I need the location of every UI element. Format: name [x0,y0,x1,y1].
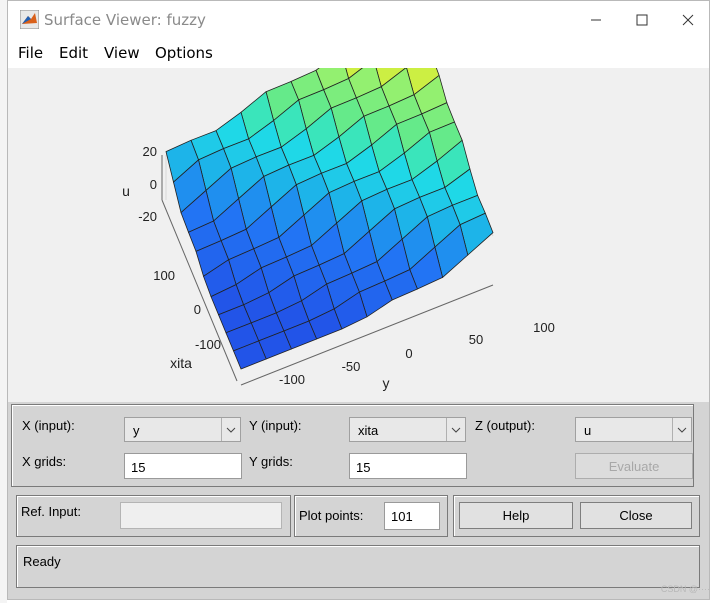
close-window-button[interactable] [665,1,709,39]
x-tick-label: 50 [469,332,483,347]
y-grids-input[interactable]: 15 [349,453,467,479]
evaluate-button[interactable]: Evaluate [575,453,693,479]
y-tick-label: -100 [195,337,221,352]
y-input-select[interactable]: xita [349,417,466,442]
z-tick-label: -20 [138,209,157,224]
chevron-down-icon [446,418,465,441]
y-input-value: xita [358,423,379,438]
matlab-icon [20,10,39,29]
x-tick-label: -100 [279,372,305,387]
chevron-down-icon [672,418,691,441]
x-grids-label: X grids: [22,454,67,469]
menu-file[interactable]: File [18,44,43,62]
close-button[interactable]: Close [580,502,692,529]
x-grids-input[interactable]: 15 [124,453,242,479]
z-tick-label: 0 [150,177,157,192]
status-text: Ready [23,554,61,569]
x-input-select[interactable]: y [124,417,241,442]
y-grids-label: Y grids: [249,454,293,469]
control-panel: X (input): y Y (input): xita Z (output):… [8,402,709,599]
z-tick-label: 20 [143,144,157,159]
maximize-button[interactable] [619,1,665,39]
maximize-icon [636,14,648,26]
watermark-text: CSDN @···· [660,584,710,594]
minimize-icon [591,19,601,21]
surface-viewer-window: Surface Viewer: fuzzy File Edit View Opt… [7,0,710,600]
background-strip [0,0,7,603]
menu-view[interactable]: View [104,44,140,62]
menu-edit[interactable]: Edit [59,44,88,62]
ref-input-label: Ref. Input: [21,504,81,519]
surface-plot[interactable]: 20 0 -20 -100 -50 0 50 100 100 0 -100 u y xita [8,68,710,402]
help-button[interactable]: Help [459,502,573,529]
y-tick-label: 0 [194,302,201,317]
z-axis-label: u [122,183,130,199]
minimize-button[interactable] [573,1,619,39]
y-input-label: Y (input): [249,418,302,433]
title-bar: Surface Viewer: fuzzy [8,1,709,39]
x-axis-label: y [383,375,390,391]
close-icon [682,14,694,26]
z-output-value: u [584,423,592,438]
z-output-label: Z (output): [475,418,535,433]
y-axis-label: xita [170,355,192,371]
menu-options[interactable]: Options [155,44,213,62]
z-output-select[interactable]: u [575,417,692,442]
ref-input-field[interactable] [120,502,282,529]
x-input-label: X (input): [22,418,75,433]
y-tick-label: 100 [153,268,175,283]
menu-bar: File Edit View Options [8,39,709,68]
x-tick-label: 100 [533,320,555,335]
plot-points-input[interactable]: 101 [384,502,440,530]
window-title: Surface Viewer: fuzzy [44,11,206,29]
chevron-down-icon [221,418,240,441]
plot-area[interactable]: 20 0 -20 -100 -50 0 50 100 100 0 -100 u y xita [8,68,709,402]
status-frame [16,545,700,588]
plot-points-label: Plot points: [299,508,364,523]
x-tick-label: -50 [342,359,361,374]
x-tick-label: 0 [405,346,412,361]
x-input-value: y [133,423,140,438]
